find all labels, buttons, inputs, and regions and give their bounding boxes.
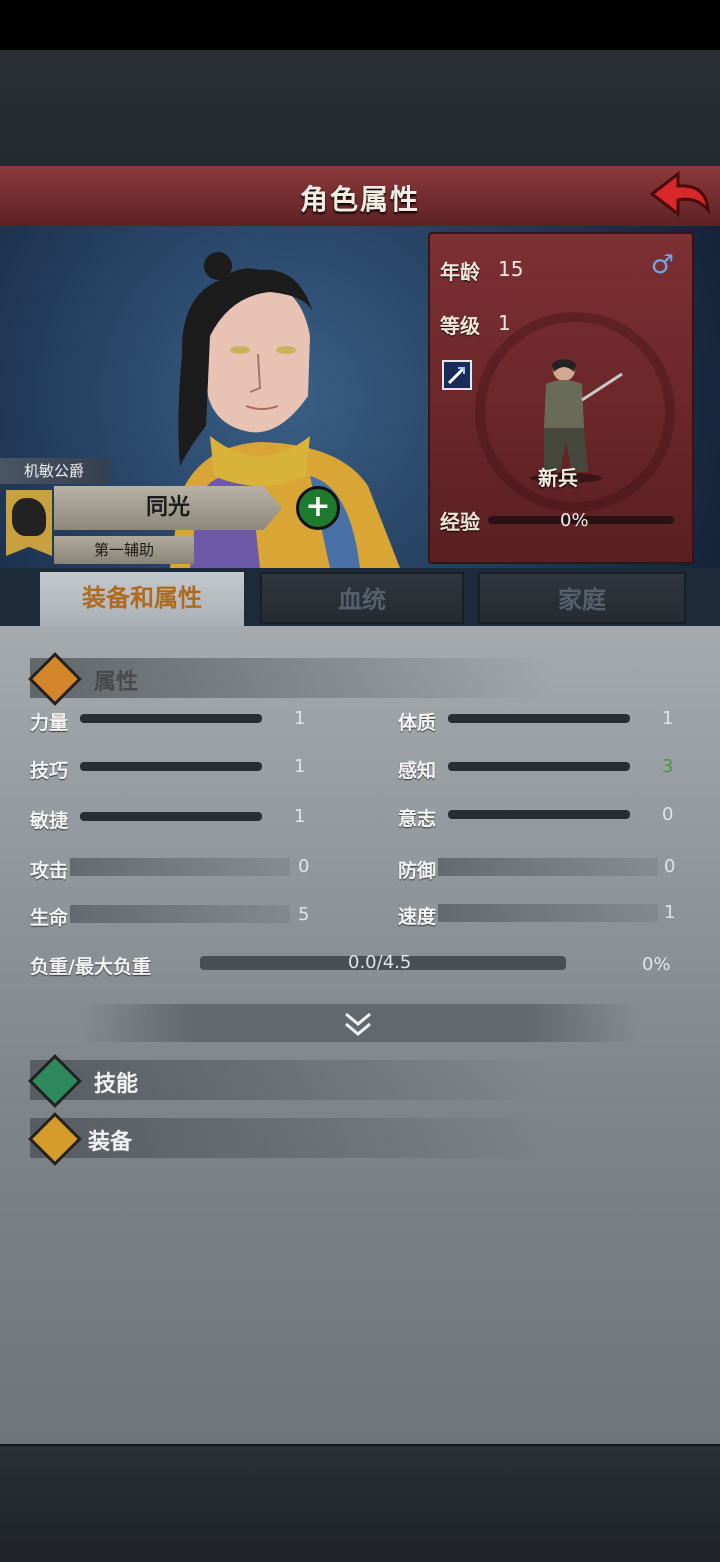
attr-constitution-value: 1 xyxy=(662,708,674,729)
tab-bar: 装备和属性 血统 家庭 xyxy=(0,568,720,630)
level-label: 等级 xyxy=(440,314,480,338)
attr-agility-label: 敏捷 xyxy=(30,810,69,832)
attr-will-bar xyxy=(448,810,630,819)
wolf-crest-icon xyxy=(12,498,46,536)
house-banner xyxy=(6,490,52,556)
male-icon: ♂ xyxy=(650,250,674,280)
attr-attack-value: 0 xyxy=(298,856,310,877)
attr-constitution-label: 体质 xyxy=(398,712,437,734)
attr-skill-bar xyxy=(80,762,262,771)
attr-perception-value: 3 xyxy=(662,756,674,777)
status-bar xyxy=(0,0,720,50)
attr-health-bar xyxy=(70,905,290,923)
skills-star-icon xyxy=(28,1054,82,1108)
load-value: 0.0/4.5 xyxy=(348,952,412,973)
stats-panel: 年龄 15 ♂ 等级 1 新兵 经验 0% xyxy=(428,232,694,564)
back-arrow-icon[interactable] xyxy=(648,170,712,222)
attributes-title: 属性 xyxy=(94,670,139,695)
tab-equipment-attributes[interactable]: 装备和属性 xyxy=(40,572,244,630)
attr-defense-label: 防御 xyxy=(398,860,437,882)
class-name: 新兵 xyxy=(538,466,578,490)
attr-speed-label: 速度 xyxy=(398,906,437,928)
attr-attack-bar xyxy=(70,858,290,876)
character-name[interactable]: 同光 xyxy=(54,486,282,530)
attr-strength-label: 力量 xyxy=(30,712,69,734)
equipment-header[interactable]: 装备 xyxy=(28,1112,550,1166)
attr-defense-value: 0 xyxy=(664,856,676,877)
attr-constitution-bar xyxy=(448,714,630,723)
attr-will-value: 0 xyxy=(662,804,674,825)
skills-title: 技能 xyxy=(94,1072,139,1097)
page-title: 角色属性 xyxy=(299,183,420,216)
expand-button[interactable] xyxy=(80,1004,640,1042)
attr-agility-bar xyxy=(80,812,262,821)
attributes-header[interactable]: 属性 xyxy=(28,652,550,706)
skills-header[interactable]: 技能 xyxy=(28,1054,550,1108)
level-value: 1 xyxy=(498,311,511,335)
sword-icon[interactable] xyxy=(442,360,472,390)
load-label: 负重/最大负重 xyxy=(30,956,151,978)
attr-defense-bar xyxy=(438,858,658,876)
tab-family[interactable]: 家庭 xyxy=(478,572,686,624)
add-button[interactable]: + xyxy=(296,486,340,530)
exp-label: 经验 xyxy=(440,510,480,534)
attr-strength-bar xyxy=(80,714,262,723)
attr-skill-value: 1 xyxy=(294,756,306,777)
age-label: 年龄 xyxy=(440,260,480,284)
attr-speed-bar xyxy=(438,904,658,922)
load-percent: 0% xyxy=(642,954,671,975)
age-value: 15 xyxy=(498,257,524,281)
character-title: 机敏公爵 xyxy=(0,458,110,484)
attr-health-label: 生命 xyxy=(30,907,69,929)
attr-skill-label: 技巧 xyxy=(30,760,69,782)
exp-percent: 0% xyxy=(560,510,589,531)
attr-will-label: 意志 xyxy=(398,808,437,830)
equipment-sword-icon xyxy=(28,1112,82,1166)
tab-bloodline[interactable]: 血统 xyxy=(260,572,464,624)
header-bar: 角色属性 xyxy=(0,166,720,229)
attr-health-value: 5 xyxy=(298,904,310,925)
chevron-down-icon xyxy=(345,1012,371,1036)
bottom-backdrop xyxy=(0,1444,720,1562)
attr-perception-label: 感知 xyxy=(398,760,437,782)
attr-agility-value: 1 xyxy=(294,806,306,827)
attr-strength-value: 1 xyxy=(294,708,306,729)
equipment-title: 装备 xyxy=(88,1130,133,1155)
character-role: 第一辅助 xyxy=(54,536,194,564)
attr-attack-label: 攻击 xyxy=(30,860,69,882)
attr-speed-value: 1 xyxy=(664,902,676,923)
top-backdrop xyxy=(0,50,720,166)
attr-perception-bar xyxy=(448,762,630,771)
attributes-icon xyxy=(28,652,82,706)
